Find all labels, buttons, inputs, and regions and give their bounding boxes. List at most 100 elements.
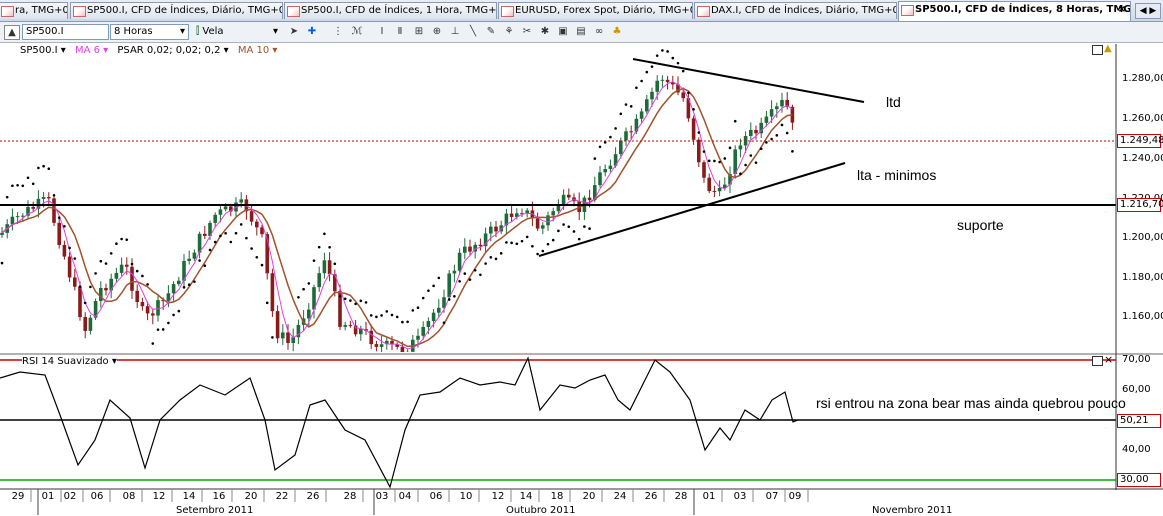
psar-dot xyxy=(464,272,467,275)
rsi-maximize-icon[interactable] xyxy=(1092,356,1103,366)
candle-body xyxy=(250,211,254,221)
candle-body xyxy=(375,344,379,347)
psar-dot xyxy=(27,176,30,179)
date-label: 28 xyxy=(337,491,363,502)
psar-dot xyxy=(94,272,97,275)
candle-body xyxy=(271,273,275,311)
psar-dot xyxy=(552,239,555,242)
candle-body xyxy=(603,169,607,172)
psar-dot xyxy=(141,275,144,278)
psar-dot xyxy=(178,310,181,313)
psar-dot xyxy=(391,314,394,317)
psar-dot xyxy=(781,124,784,127)
psar-dot xyxy=(339,295,342,298)
psar-dot xyxy=(100,260,103,263)
psar-dot xyxy=(474,269,477,272)
price-chart[interactable] xyxy=(0,0,1163,515)
price-tick: 1.260,00 xyxy=(1122,113,1163,124)
psar-dot xyxy=(739,172,742,175)
candle-body xyxy=(276,311,280,338)
psar-dot xyxy=(469,278,472,281)
psar-dot xyxy=(146,283,149,286)
psar-dot xyxy=(760,148,763,151)
psar-dot xyxy=(349,299,352,302)
month-label: Setembro 2011 xyxy=(176,505,253,516)
rsi-indicator-label[interactable]: RSI 14 Suavizado ▾ xyxy=(22,356,117,368)
psar-dot xyxy=(354,303,357,306)
date-label: 06 xyxy=(84,491,110,502)
date-label: 01 xyxy=(696,491,722,502)
candle-body xyxy=(551,211,555,215)
psar-dot xyxy=(526,236,529,239)
psar-dot xyxy=(308,282,311,285)
candle-body xyxy=(401,347,405,352)
psar-dot xyxy=(1,262,4,265)
psar-dot xyxy=(698,131,701,134)
psar-dot xyxy=(542,250,545,253)
psar-dot xyxy=(791,150,794,153)
candle-body xyxy=(156,300,160,315)
psar-dot xyxy=(89,286,92,289)
candle-body xyxy=(146,306,150,313)
pin-icon[interactable]: ▲ xyxy=(1104,43,1112,54)
psar-dot xyxy=(718,161,721,164)
annotation-lta: lta - minimos xyxy=(857,167,936,183)
date-label: 29 xyxy=(5,491,31,502)
candle-body xyxy=(151,313,155,315)
date-label: 12 xyxy=(485,491,511,502)
candle-body xyxy=(11,217,15,225)
psar-dot xyxy=(297,296,300,299)
psar-dot xyxy=(11,184,14,187)
psar-dot xyxy=(656,54,659,57)
candle-body xyxy=(609,166,613,169)
psar-dot xyxy=(204,264,207,267)
annotation-ltd: ltd xyxy=(886,94,901,110)
rsi-tick: 60,00 xyxy=(1122,384,1151,395)
rsi-line xyxy=(0,358,798,487)
support-price-flag: 1.216,70 xyxy=(1117,198,1161,212)
psar-dot xyxy=(386,310,389,313)
psar-dot xyxy=(37,167,40,170)
psar-dot xyxy=(505,241,508,244)
psar-dot xyxy=(126,238,129,241)
candle-body xyxy=(624,131,628,140)
candle-body xyxy=(525,210,529,213)
rsi-close-icon[interactable]: × xyxy=(1104,353,1113,366)
psar-dot xyxy=(396,316,399,319)
month-label: Novembro 2011 xyxy=(872,505,952,516)
date-label: 04 xyxy=(392,491,418,502)
candle-body xyxy=(68,257,72,278)
price-tick: 1.200,00 xyxy=(1122,232,1163,243)
psar-dot xyxy=(209,249,212,252)
date-label: 03 xyxy=(727,491,753,502)
psar-dot xyxy=(651,65,654,68)
psar-dot xyxy=(583,225,586,228)
psar-dot xyxy=(776,134,779,137)
maximize-icon[interactable] xyxy=(1092,45,1103,55)
candle-body xyxy=(172,284,176,293)
date-label: 02 xyxy=(57,491,83,502)
psar-dot xyxy=(63,225,66,228)
month-label: Outubro 2011 xyxy=(506,505,575,516)
psar-dot xyxy=(22,185,25,188)
candle-body xyxy=(541,225,545,228)
psar-dot xyxy=(313,259,316,262)
candle-body xyxy=(775,106,779,109)
psar-dot xyxy=(635,86,638,89)
psar-dot xyxy=(230,241,233,244)
candle-body xyxy=(343,325,347,327)
annotation-rsi-note: rsi entrou na zona bear mas ainda quebro… xyxy=(816,395,1126,411)
psar-dot xyxy=(682,70,685,73)
psar-dot xyxy=(588,227,591,230)
psar-dot xyxy=(406,321,409,324)
candle-body xyxy=(255,222,259,228)
candle-body xyxy=(73,277,77,286)
candle-body xyxy=(681,92,685,98)
candle-body xyxy=(89,318,93,331)
psar-dot xyxy=(620,112,623,115)
candle-body xyxy=(317,273,321,287)
psar-dot xyxy=(48,167,51,170)
psar-dot xyxy=(375,316,378,319)
psar-dot xyxy=(245,237,248,240)
psar-dot xyxy=(32,182,35,185)
